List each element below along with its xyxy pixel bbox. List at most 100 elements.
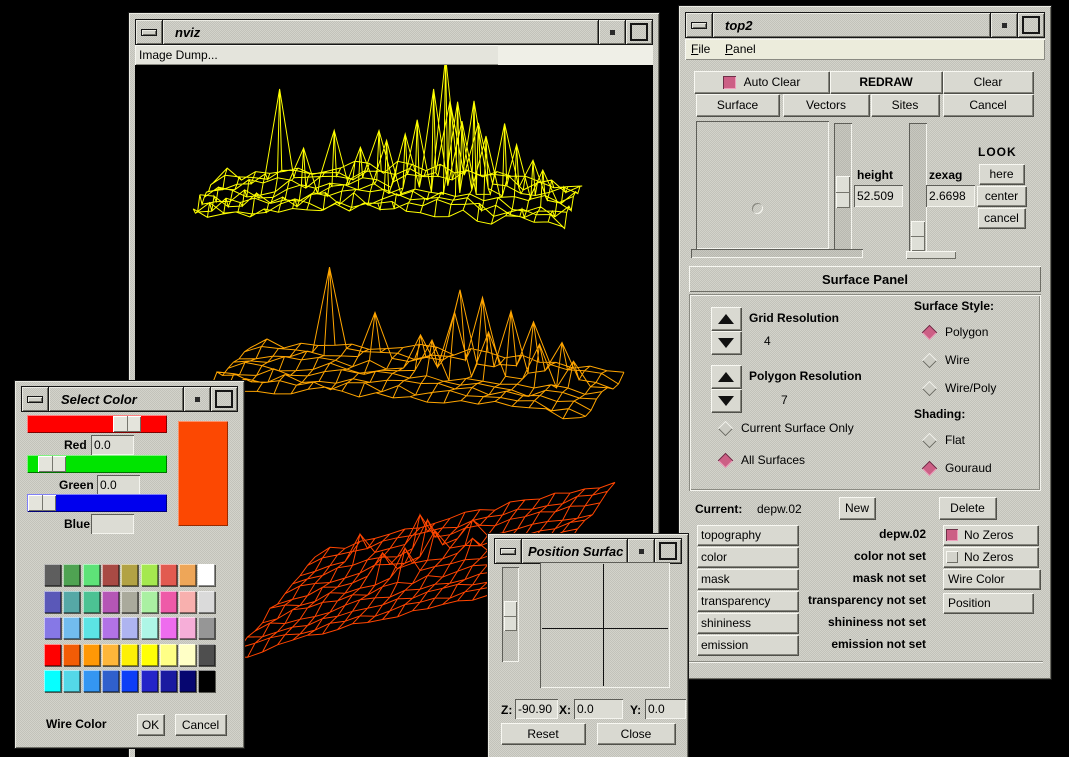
maximize-button[interactable]: [654, 539, 681, 563]
nviz-titlebar[interactable]: nviz: [135, 19, 653, 45]
style-wirepoly-label[interactable]: Wire/Poly: [945, 381, 996, 395]
menu-panel[interactable]: Panel: [725, 42, 756, 56]
window-menu-button[interactable]: [136, 20, 163, 44]
z-slider-handle[interactable]: [504, 601, 517, 631]
attr-shininess-button[interactable]: shininess: [697, 613, 798, 633]
ok-button[interactable]: OK: [137, 714, 164, 735]
blue-slider[interactable]: [27, 494, 167, 512]
xy-position-pad[interactable]: [540, 562, 670, 688]
attr-mask-button[interactable]: mask: [697, 569, 798, 589]
look-here-button[interactable]: here: [979, 164, 1024, 184]
palette-swatch[interactable]: [121, 617, 138, 639]
palette-swatch[interactable]: [141, 670, 158, 692]
no-zeros-2-toggle[interactable]: No Zeros: [943, 547, 1038, 567]
sites-panel-button[interactable]: Sites: [871, 94, 939, 116]
red-slider[interactable]: [27, 415, 167, 433]
wire-color-button[interactable]: Wire Color: [943, 569, 1040, 589]
zexag-slider-handle[interactable]: [911, 221, 925, 251]
reset-button[interactable]: Reset: [501, 723, 585, 744]
palette-swatch[interactable]: [141, 564, 158, 586]
window-menu-button[interactable]: [495, 539, 522, 563]
palette-swatch[interactable]: [160, 564, 177, 586]
shading-flat-label[interactable]: Flat: [945, 433, 965, 447]
twist-slider[interactable]: [691, 249, 863, 258]
palette-swatch[interactable]: [179, 644, 196, 666]
height-slider[interactable]: [834, 123, 852, 253]
palette-swatch[interactable]: [102, 591, 119, 613]
palette-swatch[interactable]: [179, 591, 196, 613]
all-surfaces-label[interactable]: All Surfaces: [741, 453, 805, 467]
cancel-button[interactable]: Cancel: [175, 714, 226, 735]
palette-swatch[interactable]: [63, 591, 80, 613]
palette-swatch[interactable]: [83, 670, 100, 692]
palette-swatch[interactable]: [102, 644, 119, 666]
clear-button[interactable]: Clear: [943, 71, 1033, 93]
attr-transparency-button[interactable]: transparency: [697, 591, 798, 611]
palette-swatch[interactable]: [63, 644, 80, 666]
palette-swatch[interactable]: [44, 564, 61, 586]
menu-file[interactable]: File: [691, 42, 710, 56]
new-button[interactable]: New: [839, 497, 875, 519]
zexag-slider[interactable]: [909, 123, 927, 253]
palette-swatch[interactable]: [179, 670, 196, 692]
palette-swatch[interactable]: [44, 591, 61, 613]
palette-swatch[interactable]: [160, 644, 177, 666]
look-cancel-button[interactable]: cancel: [978, 208, 1025, 228]
shading-gouraud-label[interactable]: Gouraud: [945, 461, 992, 475]
palette-swatch[interactable]: [63, 617, 80, 639]
palette-swatch[interactable]: [160, 617, 177, 639]
palette-swatch[interactable]: [198, 617, 215, 639]
palette-swatch[interactable]: [83, 644, 100, 666]
palette-swatch[interactable]: [63, 670, 80, 692]
palette-swatch[interactable]: [141, 617, 158, 639]
palette-swatch[interactable]: [121, 591, 138, 613]
blue-slider-handle[interactable]: [28, 495, 56, 511]
y-input[interactable]: 0.0: [645, 699, 686, 719]
palette-swatch[interactable]: [198, 644, 215, 666]
palette-swatch[interactable]: [44, 644, 61, 666]
redraw-button[interactable]: REDRAW: [830, 71, 942, 93]
palette-swatch[interactable]: [160, 670, 177, 692]
surface-panel-button[interactable]: Surface: [696, 94, 779, 116]
palette-swatch[interactable]: [63, 564, 80, 586]
style-wire-label[interactable]: Wire: [945, 353, 970, 367]
maximize-button[interactable]: [1017, 13, 1044, 37]
palette-swatch[interactable]: [179, 564, 196, 586]
palette-swatch[interactable]: [198, 670, 215, 692]
red-slider-handle[interactable]: [113, 416, 141, 432]
palette-swatch[interactable]: [102, 564, 119, 586]
polygon-resolution-up-button[interactable]: [711, 365, 741, 388]
green-input[interactable]: 0.0: [97, 475, 140, 495]
green-slider-handle[interactable]: [38, 456, 66, 472]
palette-swatch[interactable]: [141, 644, 158, 666]
minimize-button[interactable]: [627, 539, 654, 563]
z-input[interactable]: -90.90: [515, 699, 558, 719]
palette-swatch[interactable]: [121, 564, 138, 586]
palette-swatch[interactable]: [121, 644, 138, 666]
minimize-button[interactable]: [990, 13, 1017, 37]
blue-input[interactable]: [91, 514, 134, 534]
palette-swatch[interactable]: [160, 591, 177, 613]
attr-topography-button[interactable]: topography: [697, 525, 798, 545]
auto-clear-toggle[interactable]: Auto Clear: [694, 71, 829, 93]
palette-swatch[interactable]: [102, 670, 119, 692]
height-input[interactable]: 52.509: [854, 185, 903, 207]
vectors-panel-button[interactable]: Vectors: [783, 94, 869, 116]
select-color-titlebar[interactable]: Select Color: [21, 386, 238, 412]
grid-resolution-up-button[interactable]: [711, 307, 741, 330]
x-input[interactable]: 0.0: [574, 699, 623, 719]
window-menu-button[interactable]: [22, 387, 49, 411]
position-button[interactable]: Position: [943, 593, 1033, 613]
view-position-puck[interactable]: [752, 203, 763, 214]
menu-item-image-dump[interactable]: Image Dump...: [139, 48, 218, 62]
red-input[interactable]: 0.0: [91, 435, 134, 455]
maximize-button[interactable]: [625, 20, 652, 44]
no-zeros-1-toggle[interactable]: No Zeros: [943, 525, 1038, 545]
green-slider[interactable]: [27, 455, 167, 473]
palette-swatch[interactable]: [179, 617, 196, 639]
zexag-input[interactable]: 2.6698: [926, 185, 975, 207]
window-menu-button[interactable]: [686, 13, 713, 37]
grid-resolution-down-button[interactable]: [711, 331, 741, 354]
palette-swatch[interactable]: [83, 564, 100, 586]
attr-emission-button[interactable]: emission: [697, 635, 798, 655]
